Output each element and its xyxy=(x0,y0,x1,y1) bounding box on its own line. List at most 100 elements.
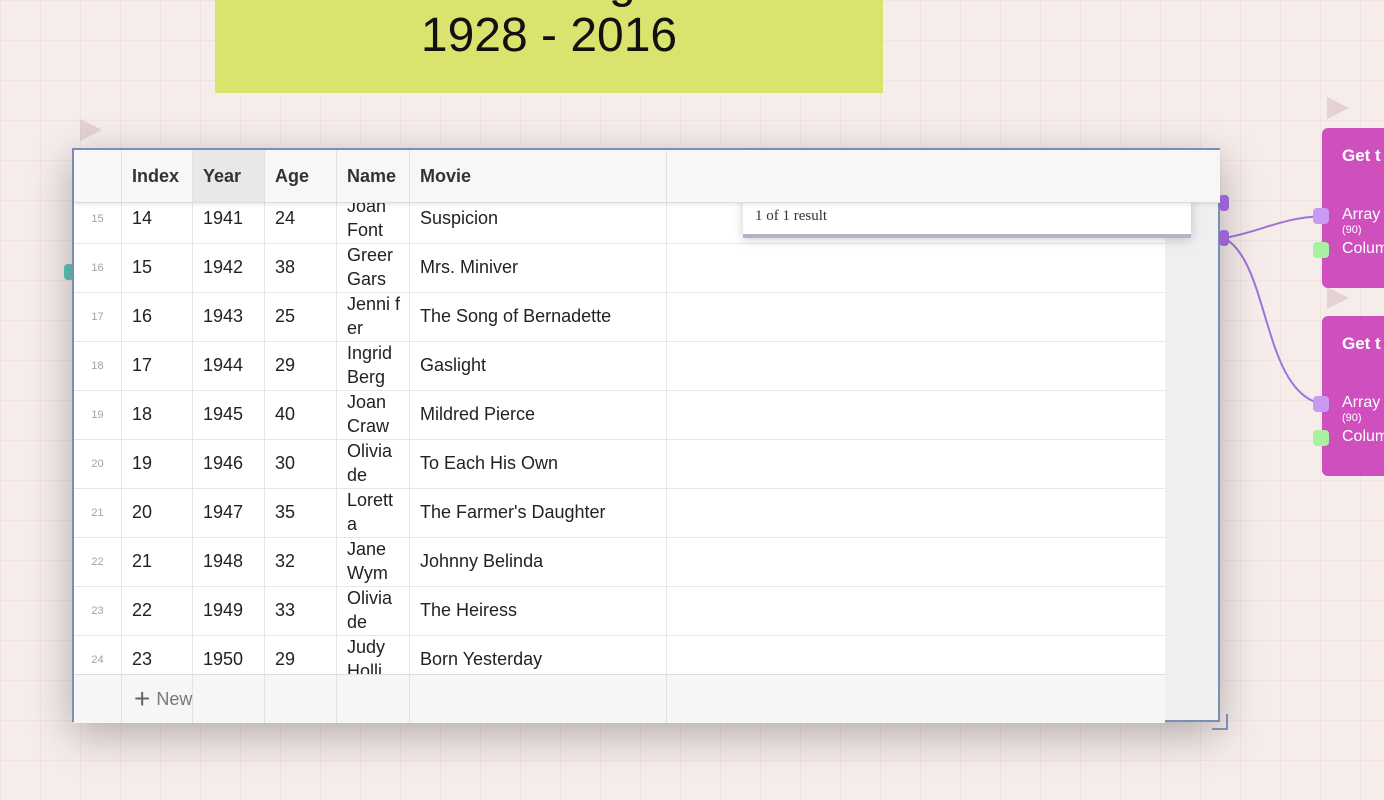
grid-rows: 15 14 1941 24 Joan Font Suspicion 16 15 … xyxy=(74,202,1165,674)
cell-index[interactable]: 15 xyxy=(122,243,193,292)
column-header-year[interactable]: Year xyxy=(193,150,265,202)
cell-name[interactable]: Olivia de xyxy=(337,439,410,488)
cell-index[interactable]: 23 xyxy=(122,635,193,674)
cell-year[interactable]: 1946 xyxy=(193,439,265,488)
cell-name[interactable]: Joan Font xyxy=(337,202,410,243)
column-header-age[interactable]: Age xyxy=(265,150,337,202)
array-input-port[interactable] xyxy=(1313,208,1329,224)
column-input-port[interactable] xyxy=(1313,430,1329,446)
port-sub-count: (90) xyxy=(1342,412,1362,424)
cell-movie[interactable]: Mildred Pierce xyxy=(410,390,667,439)
cell-name[interactable]: Judy Holli xyxy=(337,635,410,674)
get-node-1[interactable]: Get t Array (90) Colum xyxy=(1322,128,1384,288)
cell-age[interactable]: 32 xyxy=(265,537,337,586)
array-input-port[interactable] xyxy=(1313,396,1329,412)
header-empty xyxy=(667,150,1220,202)
port-sub-count: (90) xyxy=(1342,224,1362,236)
cell-movie[interactable]: Suspicion xyxy=(410,202,667,243)
search-result-count: 1 of 1 result xyxy=(755,208,828,224)
table-row[interactable]: 18 17 1944 29 Ingrid Berg Gaslight xyxy=(74,341,1165,391)
row-number-header[interactable] xyxy=(74,150,122,202)
grid-footer: + New xyxy=(74,674,1165,723)
table-row[interactable]: 20 19 1946 30 Olivia de To Each His Own xyxy=(74,439,1165,489)
row-number: 24 xyxy=(74,635,122,674)
cell-index[interactable]: 16 xyxy=(122,292,193,341)
cell-year[interactable]: 1945 xyxy=(193,390,265,439)
cell-age[interactable]: 33 xyxy=(265,586,337,635)
cell-index[interactable]: 22 xyxy=(122,586,193,635)
cell-movie[interactable]: To Each His Own xyxy=(410,439,667,488)
table-row[interactable]: 23 22 1949 33 Olivia de The Heiress xyxy=(74,586,1165,636)
cell-index[interactable]: 20 xyxy=(122,488,193,537)
cell-name[interactable]: Olivia de xyxy=(337,586,410,635)
cell-movie[interactable]: The Heiress xyxy=(410,586,667,635)
get-node-2[interactable]: Get t Array (90) Colum xyxy=(1322,316,1384,476)
cell-year[interactable]: 1948 xyxy=(193,537,265,586)
port-label-column: Colum xyxy=(1342,428,1384,445)
cell-name[interactable]: Ingrid Berg xyxy=(337,341,410,390)
plus-icon: + xyxy=(134,683,151,714)
row-number: 15 xyxy=(74,202,122,243)
node-title: Get t xyxy=(1342,146,1381,165)
row-number: 23 xyxy=(74,586,122,635)
cell-year[interactable]: 1944 xyxy=(193,341,265,390)
footer-cell xyxy=(337,675,410,723)
cell-name[interactable]: Joan Craw xyxy=(337,390,410,439)
cell-movie[interactable]: The Farmer's Daughter xyxy=(410,488,667,537)
cell-index[interactable]: 21 xyxy=(122,537,193,586)
cell-year[interactable]: 1941 xyxy=(193,202,265,243)
table-row[interactable]: 22 21 1948 32 Jane Wym Johnny Belinda xyxy=(74,537,1165,587)
new-row-button[interactable]: + New xyxy=(134,675,204,723)
footer-cell xyxy=(265,675,337,723)
output-port[interactable] xyxy=(1219,230,1229,246)
cell-year[interactable]: 1942 xyxy=(193,243,265,292)
footer-cell xyxy=(410,675,667,723)
row-number: 22 xyxy=(74,537,122,586)
column-input-port[interactable] xyxy=(1313,242,1329,258)
port-label-array: Array xyxy=(1342,206,1381,223)
cell-age[interactable]: 24 xyxy=(265,202,337,243)
port-label-array: Array xyxy=(1342,394,1381,411)
cell-movie[interactable]: The Song of Bernadette xyxy=(410,292,667,341)
cell-index[interactable]: 17 xyxy=(122,341,193,390)
cell-age[interactable]: 30 xyxy=(265,439,337,488)
cell-age[interactable]: 25 xyxy=(265,292,337,341)
cell-movie[interactable]: Mrs. Miniver xyxy=(410,243,667,292)
table-row[interactable]: 24 23 1950 29 Judy Holli Born Yesterday xyxy=(74,635,1165,674)
cell-age[interactable]: 29 xyxy=(265,341,337,390)
cell-name[interactable]: Lorett a xyxy=(337,488,410,537)
output-port[interactable] xyxy=(1219,195,1229,211)
cell-age[interactable]: 38 xyxy=(265,243,337,292)
cell-year[interactable]: 1949 xyxy=(193,586,265,635)
cell-name[interactable]: Jenni fer xyxy=(337,292,410,341)
table-row[interactable]: 19 18 1945 40 Joan Craw Mildred Pierce xyxy=(74,390,1165,440)
footer-cell xyxy=(74,675,122,723)
edge-to-node-1 xyxy=(1223,215,1323,239)
table-row[interactable]: 21 20 1947 35 Lorett a The Farmer's Daug… xyxy=(74,488,1165,538)
row-number: 21 xyxy=(74,488,122,537)
row-number: 19 xyxy=(74,390,122,439)
cell-movie[interactable]: Born Yesterday xyxy=(410,635,667,674)
column-header-name[interactable]: Name xyxy=(337,150,410,202)
resize-handle[interactable] xyxy=(1212,714,1228,730)
cell-movie[interactable]: Johnny Belinda xyxy=(410,537,667,586)
cell-movie[interactable]: Gaslight xyxy=(410,341,667,390)
row-number: 18 xyxy=(74,341,122,390)
cell-index[interactable]: 19 xyxy=(122,439,193,488)
cell-year[interactable]: 1950 xyxy=(193,635,265,674)
cell-year[interactable]: 1943 xyxy=(193,292,265,341)
cell-age[interactable]: 35 xyxy=(265,488,337,537)
edge-to-node-2 xyxy=(1223,237,1323,405)
cell-age[interactable]: 29 xyxy=(265,635,337,674)
cell-age[interactable]: 40 xyxy=(265,390,337,439)
cell-index[interactable]: 14 xyxy=(122,202,193,243)
cell-name[interactable]: Greer Gars xyxy=(337,243,410,292)
port-label-column: Colum xyxy=(1342,240,1384,257)
table-row[interactable]: 16 15 1942 38 Greer Gars Mrs. Miniver xyxy=(74,243,1165,293)
cell-name[interactable]: Jane Wym xyxy=(337,537,410,586)
cell-index[interactable]: 18 xyxy=(122,390,193,439)
column-header-movie[interactable]: Movie xyxy=(410,150,667,202)
cell-year[interactable]: 1947 xyxy=(193,488,265,537)
table-row[interactable]: 17 16 1943 25 Jenni fer The Song of Bern… xyxy=(74,292,1165,342)
column-header-index[interactable]: Index xyxy=(122,150,193,202)
